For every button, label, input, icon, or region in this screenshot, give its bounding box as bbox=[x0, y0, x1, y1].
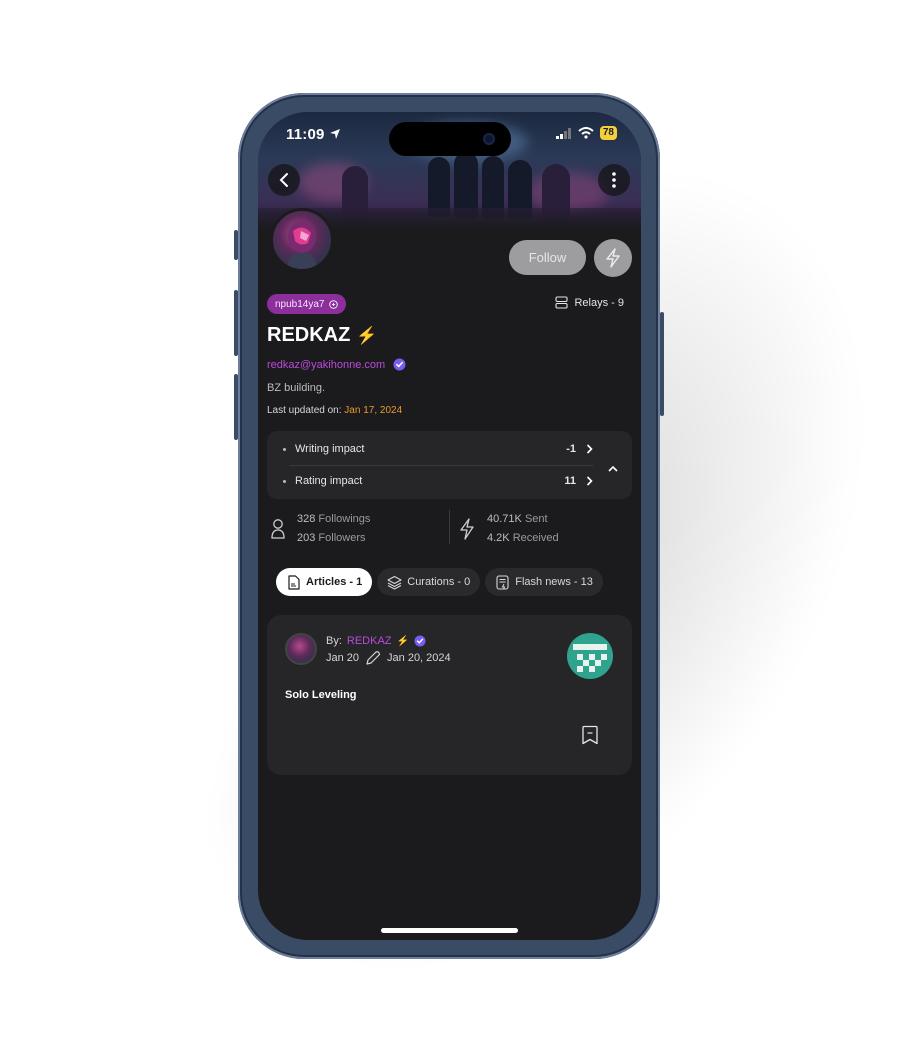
verified-badge-icon bbox=[414, 635, 426, 647]
chevron-left-icon bbox=[279, 173, 288, 187]
writing-impact-value: -1 bbox=[566, 443, 576, 455]
server-icon bbox=[555, 296, 569, 309]
signal-icon bbox=[555, 127, 571, 139]
profile-name: REDKAZ ⚡ bbox=[267, 324, 378, 347]
action-button bbox=[234, 230, 238, 260]
profile-avatar[interactable] bbox=[270, 208, 334, 272]
status-right: 78 bbox=[555, 126, 617, 140]
article-author-avatar[interactable] bbox=[285, 633, 317, 665]
last-updated-label: Last updated on: bbox=[267, 405, 342, 416]
verified-badge-icon bbox=[393, 358, 406, 371]
article-byline: By: REDKAZ ⚡ bbox=[326, 635, 426, 647]
article-edited-date: Jan 20, 2024 bbox=[387, 652, 451, 664]
content-tabs: Articles - 1 Curations - 0 Flash news - … bbox=[276, 568, 603, 596]
last-updated-date: Jan 17, 2024 bbox=[344, 405, 403, 416]
article-title[interactable]: Solo Leveling bbox=[285, 689, 357, 701]
article-dates: Jan 20 Jan 20, 2024 bbox=[326, 650, 451, 666]
chevron-up-icon bbox=[608, 465, 618, 472]
tab-curations-label: Curations - 0 bbox=[407, 576, 471, 588]
news-icon bbox=[496, 574, 509, 590]
tab-curations[interactable]: Curations - 0 bbox=[377, 568, 481, 596]
writing-impact-label: Writing impact bbox=[295, 443, 365, 455]
back-button[interactable] bbox=[268, 164, 300, 196]
chevron-right-icon bbox=[586, 444, 593, 454]
received-count: 4.2K bbox=[487, 532, 510, 544]
profile-name-text: REDKAZ bbox=[267, 324, 351, 346]
profile-about: BZ building. bbox=[267, 382, 326, 394]
follow-button[interactable]: Follow bbox=[509, 240, 586, 275]
bookmark-icon bbox=[582, 725, 598, 745]
bullet bbox=[283, 479, 286, 483]
by-label: By: bbox=[326, 635, 342, 647]
volume-down-button bbox=[234, 374, 238, 440]
home-indicator[interactable] bbox=[381, 928, 518, 933]
impact-card: Writing impact -1 Rating impact 11 bbox=[267, 431, 632, 499]
npub-text: npub14ya7 bbox=[275, 298, 325, 310]
received-label: Received bbox=[512, 532, 559, 544]
zap-outline-icon bbox=[606, 248, 620, 268]
article-card[interactable]: By: REDKAZ ⚡ Jan 20 Jan 20, 2024 Solo Le… bbox=[267, 615, 632, 775]
profile-stats: 328 Followings 203 Followers 40.71K Sent… bbox=[267, 510, 632, 546]
followers-count: 203 bbox=[297, 532, 316, 544]
document-icon bbox=[288, 574, 300, 590]
phone-screen: 11:09 78 Follow npub14ya7 Relays - 9 RED… bbox=[258, 112, 641, 940]
writing-impact-row[interactable]: Writing impact -1 bbox=[283, 439, 593, 459]
article-author-name[interactable]: REDKAZ bbox=[347, 635, 392, 647]
sent-label: Sent bbox=[524, 513, 548, 525]
npub-badge[interactable]: npub14ya7 bbox=[267, 294, 346, 314]
followers-label: Followers bbox=[318, 532, 366, 544]
zap-stats[interactable]: 40.71K Sent 4.2K Received bbox=[459, 510, 559, 548]
rating-impact-row[interactable]: Rating impact 11 bbox=[283, 471, 593, 491]
stats-divider bbox=[449, 510, 450, 544]
relays-button[interactable]: Relays - 9 bbox=[555, 296, 624, 309]
impact-divider bbox=[289, 465, 593, 466]
power-button bbox=[660, 312, 664, 416]
last-updated: Last updated on: Jan 17, 2024 bbox=[267, 405, 402, 416]
wifi-icon bbox=[578, 127, 594, 139]
location-arrow-icon bbox=[329, 129, 340, 139]
avatar-helmet-art bbox=[287, 221, 317, 269]
rating-impact-value: 11 bbox=[564, 475, 576, 487]
followings-label: Followings bbox=[318, 513, 371, 525]
lightning-emoji: ⚡ bbox=[396, 635, 409, 647]
bullet bbox=[283, 447, 286, 451]
status-time-text: 11:09 bbox=[286, 126, 325, 143]
mockup-stage: 11:09 78 Follow npub14ya7 Relays - 9 RED… bbox=[0, 0, 897, 1059]
tab-articles-label: Articles - 1 bbox=[306, 576, 363, 588]
rating-impact-label: Rating impact bbox=[295, 475, 363, 487]
article-published-date: Jan 20 bbox=[326, 652, 360, 664]
nip05-text: redkaz@yakihonne.com bbox=[267, 358, 386, 371]
lightning-emoji: ⚡ bbox=[356, 325, 378, 345]
collapse-impact-button[interactable] bbox=[608, 459, 618, 477]
relays-label: Relays - 9 bbox=[574, 296, 624, 309]
follow-stats[interactable]: 328 Followings 203 Followers bbox=[271, 510, 370, 548]
article-thumbnail[interactable] bbox=[567, 633, 613, 679]
copy-icon bbox=[328, 299, 338, 309]
tab-flash-news[interactable]: Flash news - 13 bbox=[485, 568, 603, 596]
tab-articles[interactable]: Articles - 1 bbox=[276, 568, 373, 596]
user-icon bbox=[271, 519, 285, 539]
tab-flash-news-label: Flash news - 13 bbox=[515, 576, 593, 588]
battery-indicator: 78 bbox=[599, 126, 617, 140]
followings-count: 328 bbox=[297, 513, 316, 525]
more-options-button[interactable] bbox=[598, 164, 630, 196]
nip05-address[interactable]: redkaz@yakihonne.com bbox=[267, 358, 406, 371]
layers-icon bbox=[387, 575, 402, 590]
chevron-right-icon bbox=[586, 476, 593, 486]
lightning-outline-icon bbox=[460, 518, 474, 540]
more-vertical-icon bbox=[612, 172, 616, 188]
edit-pencil-icon bbox=[366, 651, 381, 665]
status-time: 11:09 bbox=[286, 126, 341, 143]
volume-up-button bbox=[234, 290, 238, 356]
sent-count: 40.71K bbox=[487, 513, 522, 525]
camera-dot bbox=[483, 133, 495, 145]
bookmark-button[interactable] bbox=[581, 725, 599, 750]
thumbnail-pattern bbox=[573, 644, 607, 672]
zap-button[interactable] bbox=[594, 239, 632, 277]
